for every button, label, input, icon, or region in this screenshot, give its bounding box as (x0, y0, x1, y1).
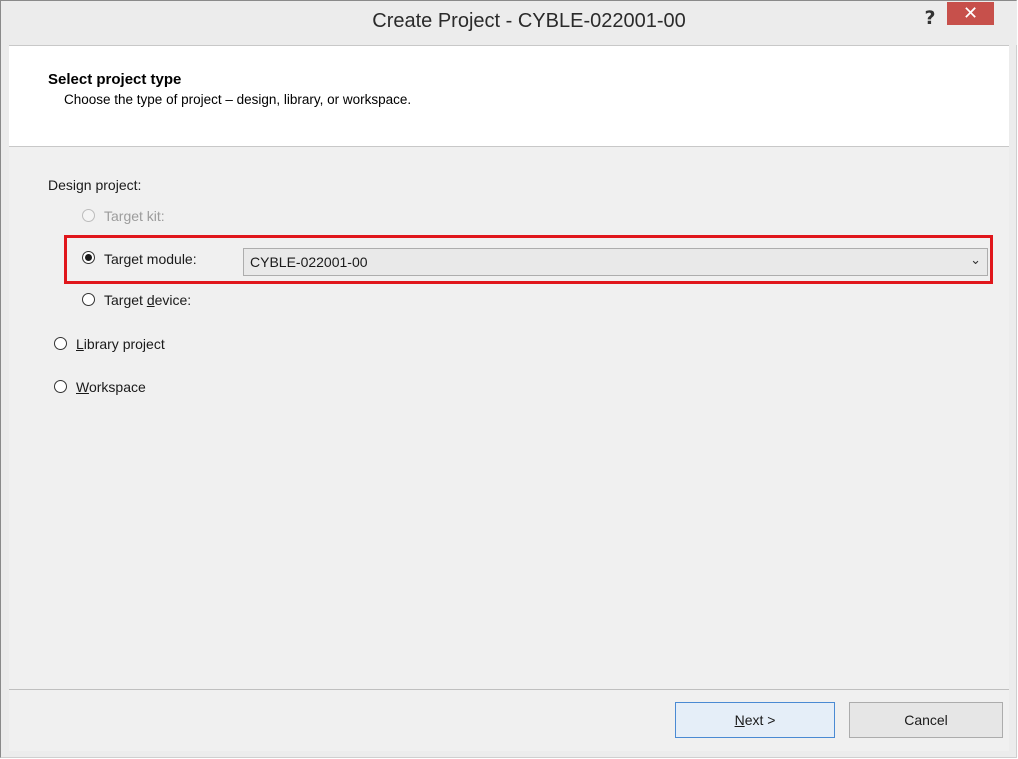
target-kit-label: Target kit: (104, 208, 165, 224)
library-project-mnemonic: L (76, 336, 84, 352)
dialog-window: Create Project - CYBLE-022001-00 ? ✕ Sel… (0, 0, 1017, 758)
target-kit-radio[interactable] (82, 209, 95, 222)
design-project-label: Design project: (48, 177, 142, 193)
library-project-radio[interactable] (54, 337, 67, 350)
target-device-label-post: evice: (154, 292, 192, 308)
workspace-label: Workspace (76, 379, 146, 395)
dialog-footer: Next > Cancel (9, 689, 1009, 751)
workspace-label-post: orkspace (88, 379, 146, 395)
target-device-radio[interactable] (82, 293, 95, 306)
help-button[interactable]: ? (915, 5, 945, 31)
next-mnemonic: N (734, 712, 745, 728)
library-project-label-post: ibrary project (83, 336, 165, 352)
page-subtitle: Choose the type of project – design, lib… (64, 92, 412, 107)
window-title: Create Project - CYBLE-022001-00 (372, 10, 686, 32)
highlight-box (64, 235, 993, 284)
library-project-label: Library project (76, 336, 165, 352)
target-device-label: Target device: (104, 292, 191, 308)
close-icon: ✕ (962, 3, 979, 24)
workspace-radio[interactable] (54, 380, 67, 393)
workspace-mnemonic: W (76, 379, 89, 395)
page-title: Select project type (48, 71, 182, 88)
title-bar: Create Project - CYBLE-022001-00 ? ✕ (1, 1, 1017, 45)
target-device-mnemonic: d (146, 292, 155, 308)
cancel-button[interactable]: Cancel (849, 702, 1003, 738)
header-panel: Select project type Choose the type of p… (9, 45, 1009, 147)
next-label-post: ext > (744, 712, 776, 728)
close-button[interactable]: ✕ (947, 2, 994, 25)
next-button[interactable]: Next > (675, 702, 835, 738)
project-type-panel: Design project: Target kit: Target modul… (9, 147, 1009, 689)
target-device-label-pre: Target (104, 292, 147, 308)
